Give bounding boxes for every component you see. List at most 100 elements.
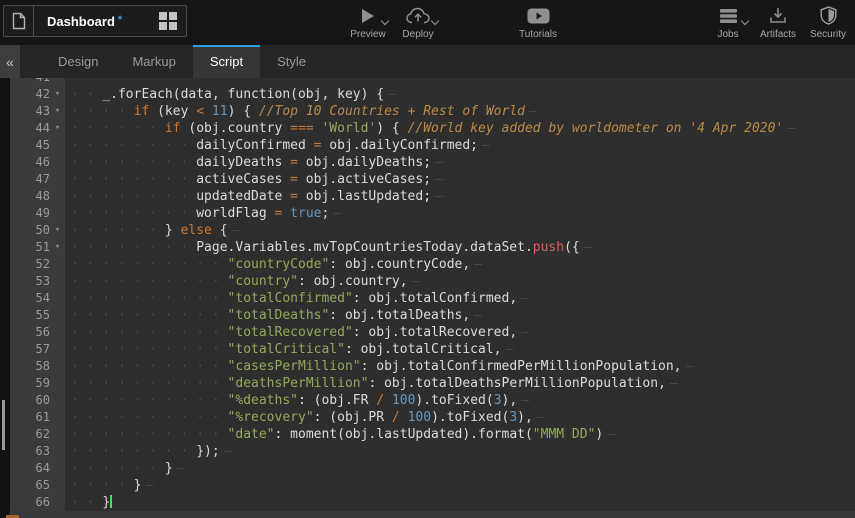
code-line-text[interactable]: · · · · · · · · · · "%deaths": (obj.FR /… — [65, 392, 855, 409]
page-file-button[interactable] — [4, 5, 34, 37]
code-line[interactable]: 62 · · · · · · · · · · "date": moment(obj… — [10, 426, 855, 443]
fold-toggle-icon[interactable]: ▾ — [50, 239, 65, 256]
code-line-text[interactable]: · · · · · · } else {– — [65, 222, 855, 239]
code-line[interactable]: 53· · · · · · · · · · "country": obj.cou… — [10, 273, 855, 290]
code-line-text[interactable]: · · · · }– — [65, 477, 855, 494]
tab-design[interactable]: Design — [41, 45, 115, 78]
code-lines: 41–42▾· · _.forEach(data, function(obj, … — [10, 78, 855, 511]
code-line[interactable]: 58· · · · · · · · · · "casesPerMillion":… — [10, 358, 855, 375]
code-line-text[interactable]: – — [65, 78, 855, 86]
script-editor[interactable]: 41–42▾· · _.forEach(data, function(obj, … — [0, 78, 855, 518]
fold-toggle-icon[interactable]: ▾ — [50, 103, 65, 120]
code-line[interactable]: 46· · · · · · · · dailyDeaths = obj.dail… — [10, 154, 855, 171]
code-line-text[interactable]: · · · · · · · · dailyConfirmed = obj.dai… — [65, 137, 855, 154]
code-token: push — [533, 240, 564, 255]
code-line-text[interactable]: · · · · · · · · · · "countryCode": obj.c… — [65, 256, 855, 273]
code-line[interactable]: 47· · · · · · · · activeCases = obj.acti… — [10, 171, 855, 188]
code-line[interactable]: 45· · · · · · · · dailyConfirmed = obj.d… — [10, 137, 855, 154]
code-line-text[interactable]: · · · · · · · · · · "%recovery": (obj.PR… — [65, 409, 855, 426]
code-line-text[interactable]: · · · · · · · · · · "date": moment(obj.l… — [65, 426, 855, 443]
code-line[interactable]: 64· · · · · · }– — [10, 460, 855, 477]
code-token — [204, 104, 212, 119]
preview-button[interactable]: Preview — [343, 5, 393, 40]
code-line[interactable]: 57· · · · · · · · · · "totalCritical": o… — [10, 341, 855, 358]
fold-toggle-icon[interactable]: ▾ — [50, 120, 65, 137]
code-line-text[interactable]: · · · · · · · · · · "totalDeaths": obj.t… — [65, 307, 855, 324]
code-line[interactable]: 44▾· · · · · · if (obj.country === 'Worl… — [10, 120, 855, 137]
tutorials-button[interactable]: Tutorials — [513, 5, 563, 40]
code-line-text[interactable]: · · · · · · · · · · "deathsPerMillion": … — [65, 375, 855, 392]
code-line[interactable]: 49· · · · · · · · worldFlag = true;– — [10, 205, 855, 222]
code-token: obj.activeCases; — [298, 172, 431, 187]
code-token: _.forEach(data, function(obj, key) { — [102, 87, 384, 102]
code-line-text[interactable]: · · · · · · · · });– — [65, 443, 855, 460]
code-line-text[interactable]: · · · · · · · · · · "totalConfirmed": ob… — [65, 290, 855, 307]
line-end-mark: – — [474, 308, 482, 323]
code-line[interactable]: 48 · · · · · · · · updatedDate = obj.last… — [10, 188, 855, 205]
code-token: "totalCritical" — [228, 342, 345, 357]
line-number: 59 — [10, 375, 50, 392]
tab-style[interactable]: Style — [260, 45, 323, 78]
code-line[interactable]: 59 · · · · · · · · · · "deathsPerMillion"… — [10, 375, 855, 392]
fold-gutter — [50, 154, 65, 171]
security-button[interactable]: Security — [803, 5, 853, 40]
tab-markup[interactable]: Markup — [115, 45, 192, 78]
code-line-text[interactable]: · · · · · · · · updatedDate = obj.lastUp… — [65, 188, 855, 205]
code-line-text[interactable]: · · · · · · if (obj.country === 'World')… — [65, 120, 855, 137]
code-line-text[interactable]: · · · · · · · · · · "totalRecovered": ob… — [65, 324, 855, 341]
code-line-text[interactable]: · · · · if (key < 11) { //Top 10 Countri… — [65, 103, 855, 120]
code-line[interactable]: 41– — [10, 78, 855, 86]
chevron-down-icon[interactable] — [381, 17, 389, 25]
vertical-scrollbar-thumb[interactable] — [2, 400, 5, 450]
pages-grid-icon[interactable] — [159, 12, 177, 30]
code-line-text[interactable]: · · · · · · · · Page.Variables.mvTopCoun… — [65, 239, 855, 256]
code-line-text[interactable]: · · · · · · · · · · "totalCritical": obj… — [65, 341, 855, 358]
artifacts-button[interactable]: Artifacts — [753, 5, 803, 40]
tab-script[interactable]: Script — [193, 45, 260, 78]
code-line[interactable]: 55· · · · · · · · · · "totalDeaths": obj… — [10, 307, 855, 324]
code-line[interactable]: 61· · · · · · · · · · "%recovery": (obj.… — [10, 409, 855, 426]
cloud-upload-icon — [406, 5, 430, 26]
collapse-panel-button[interactable]: « — [0, 45, 20, 78]
code-line-text[interactable]: · · · · · · · · dailyDeaths = obj.dailyD… — [65, 154, 855, 171]
grid-square — [169, 12, 177, 20]
code-line[interactable]: 43▾· · · · if (key < 11) { //Top 10 Coun… — [10, 103, 855, 120]
code-line-text[interactable]: · · · · · · · · · · "casesPerMillion": o… — [65, 358, 855, 375]
code-line[interactable]: 56· · · · · · · · · · "totalRecovered": … — [10, 324, 855, 341]
code-token: / — [392, 410, 400, 425]
jobs-button[interactable]: Jobs — [703, 5, 753, 40]
code-line-text[interactable]: · · · · · · · · activeCases = obj.active… — [65, 171, 855, 188]
fold-toggle-icon[interactable]: ▾ — [50, 86, 65, 103]
line-number: 44 — [10, 120, 50, 137]
code-line[interactable]: 50▾· · · · · · } else {– — [10, 222, 855, 239]
chevron-down-icon[interactable] — [741, 17, 749, 25]
code-line-text[interactable]: · · _.forEach(data, function(obj, key) {… — [65, 86, 855, 103]
page-selector[interactable]: Dashboard* — [3, 5, 187, 37]
horizontal-scrollbar-track[interactable] — [10, 511, 855, 518]
line-number: 50 — [10, 222, 50, 239]
code-line[interactable]: 51▾· · · · · · · · Page.Variables.mvTopC… — [10, 239, 855, 256]
deploy-button[interactable]: Deploy — [393, 5, 443, 40]
line-number: 48 — [10, 188, 50, 205]
code-line-text[interactable]: · · · · · · · · worldFlag = true;– — [65, 205, 855, 222]
chevron-down-icon[interactable] — [431, 17, 439, 25]
code-line[interactable]: 60· · · · · · · · · · "%deaths": (obj.FR… — [10, 392, 855, 409]
code-line[interactable]: 65· · · · }– — [10, 477, 855, 494]
code-line[interactable]: 63· · · · · · · · });– — [10, 443, 855, 460]
code-token: true — [290, 206, 321, 221]
line-number: 62 — [10, 426, 50, 443]
code-token: ).toFixed( — [415, 393, 493, 408]
code-line[interactable]: 54· · · · · · · · · · "totalConfirmed": … — [10, 290, 855, 307]
fold-toggle-icon[interactable]: ▾ — [50, 222, 65, 239]
page-title[interactable]: Dashboard* — [34, 14, 155, 29]
editor-tabbar: « Design Markup Script Style — [0, 45, 855, 78]
code-line-text[interactable]: · · · · · · · · · · "country": obj.count… — [65, 273, 855, 290]
code-token: 3 — [509, 410, 517, 425]
code-line-text[interactable]: · · · · · · }– — [65, 460, 855, 477]
code-line-text[interactable]: · · } — [65, 494, 855, 511]
code-token: obj.lastUpdated; — [298, 189, 431, 204]
code-line[interactable]: 66· · } — [10, 494, 855, 511]
code-line[interactable]: 52· · · · · · · · · · "countryCode": obj… — [10, 256, 855, 273]
line-end-mark: – — [529, 104, 537, 119]
code-line[interactable]: 42▾· · _.forEach(data, function(obj, key… — [10, 86, 855, 103]
